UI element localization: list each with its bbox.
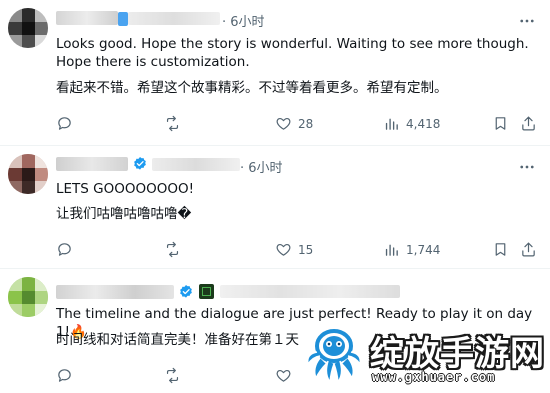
more-options-icon[interactable]: [518, 12, 536, 30]
reply-icon: [58, 117, 71, 130]
more-options-icon[interactable]: [518, 158, 536, 176]
affiliate-badge-icon: [199, 284, 214, 299]
retweet-icon: [166, 367, 179, 384]
like-button[interactable]: 28: [275, 115, 313, 132]
verified-badge-icon: [132, 156, 148, 172]
heart-icon: [276, 243, 291, 256]
display-name-redacted[interactable]: [56, 285, 174, 299]
display-name-redacted[interactable]: [56, 11, 118, 25]
verified-badge-icon: [178, 284, 194, 300]
avatar[interactable]: [8, 154, 48, 194]
avatar[interactable]: [8, 277, 48, 317]
like-count: 28: [298, 116, 314, 131]
tweet-text-zh: 看起来不错。希望这个故事精彩。不过等着看更多。希望有定制。: [56, 80, 448, 96]
share-icon: [522, 116, 535, 131]
share-icon: [522, 242, 535, 257]
bookmark-button[interactable]: [492, 115, 509, 132]
tweet-time[interactable]: · 6小时: [240, 157, 283, 176]
avatar[interactable]: [8, 8, 48, 48]
like-button[interactable]: 15: [275, 241, 313, 258]
handle-redacted[interactable]: [152, 158, 240, 171]
handle-redacted[interactable]: [128, 12, 220, 25]
like-count: 15: [298, 242, 314, 257]
share-button[interactable]: [520, 241, 537, 258]
bookmark-button[interactable]: [492, 241, 509, 258]
views-chart-icon: [385, 244, 398, 256]
handle-redacted[interactable]: [220, 285, 400, 298]
retweet-icon: [166, 115, 179, 132]
watermark-title: 绽放手游网: [370, 334, 545, 374]
share-button[interactable]: [520, 115, 537, 132]
retweet-button[interactable]: [164, 367, 181, 384]
octopus-logo-icon: [306, 329, 362, 384]
views-button[interactable]: 4,418: [383, 115, 440, 132]
views-count: 1,744: [406, 242, 441, 257]
tweet-text-en: LETS GOOOOOOOO!: [56, 181, 195, 197]
tweet-time[interactable]: · 6小时: [222, 11, 265, 30]
tweet-text-en: Looks good. Hope the story is wonderful.…: [56, 36, 529, 70]
heart-icon: [276, 117, 291, 130]
bookmark-icon: [495, 117, 506, 130]
views-count: 4,418: [406, 116, 441, 131]
bookmark-icon: [495, 243, 506, 256]
tweet-2[interactable]: · 6小时 LETS GOOOOOOOO! 让我们咕噜咕噜咕噜� 15 1,74…: [0, 146, 550, 268]
display-name-redacted: [118, 12, 128, 26]
views-button[interactable]: 1,744: [383, 241, 440, 258]
reply-button[interactable]: [56, 115, 79, 132]
retweet-button[interactable]: [164, 241, 187, 258]
reply-icon: [58, 243, 71, 256]
site-watermark: 绽放手游网 www.gxhuaer.com: [300, 322, 545, 388]
like-button[interactable]: [275, 367, 292, 384]
display-name-redacted[interactable]: [56, 157, 128, 171]
tweet-1[interactable]: · 6小时 Looks good. Hope the story is wond…: [0, 0, 550, 145]
tweet-text-zh: 时间线和对话简直完美！准备好在第１天: [56, 332, 299, 348]
reply-icon: [58, 369, 71, 382]
views-chart-icon: [385, 118, 398, 130]
retweet-button[interactable]: [164, 115, 187, 132]
tweet-text-zh: 让我们咕噜咕噜咕噜�: [56, 206, 192, 222]
reply-button[interactable]: [56, 367, 73, 384]
reply-button[interactable]: [56, 241, 79, 258]
heart-icon: [276, 369, 291, 382]
retweet-icon: [166, 241, 179, 258]
watermark-url: www.gxhuaer.com: [372, 370, 496, 384]
